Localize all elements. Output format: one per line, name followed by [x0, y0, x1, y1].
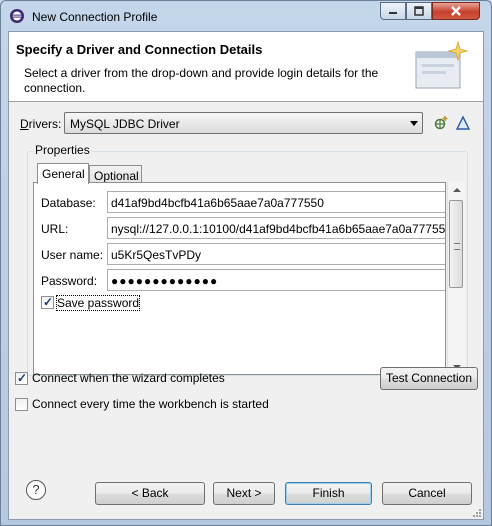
cancel-button[interactable]: Cancel [382, 482, 472, 505]
window-title: New Connection Profile [32, 10, 158, 24]
url-field[interactable]: nysql://127.0.0.1:10100/d41af9bd4bcfb41a… [107, 217, 446, 239]
username-field[interactable]: u5Kr5QesTvPDy [107, 243, 445, 265]
driver-dropdown-value: MySQL JDBC Driver [70, 117, 180, 131]
test-connection-button[interactable]: Test Connection [380, 367, 478, 390]
eclipse-icon [10, 9, 24, 23]
wizard-header: Specify a Driver and Connection Details … [9, 32, 483, 102]
save-password-checkbox[interactable] [41, 295, 54, 309]
connect-every-time-checkbox[interactable] [15, 398, 28, 411]
save-password-label[interactable]: Save password [55, 295, 141, 311]
driver-dropdown[interactable]: MySQL JDBC Driver [64, 112, 423, 134]
password-label: Password: [41, 274, 98, 288]
dialog-client-area: Specify a Driver and Connection Details … [8, 31, 484, 520]
database-field[interactable]: d41af9bd4bcfb41a6b65aae7a0a777550 [107, 191, 445, 213]
drivers-label-text: rivers: [28, 117, 62, 131]
username-label: User name: [41, 248, 104, 262]
chevron-down-icon [410, 121, 418, 126]
resize-grip-icon[interactable] [472, 508, 482, 518]
close-icon [451, 6, 461, 16]
database-value: d41af9bd4bcfb41a6b65aae7a0a777550 [111, 196, 324, 210]
back-button[interactable]: < Back [95, 482, 205, 505]
wizard-banner-icon [415, 40, 469, 89]
close-button[interactable] [432, 2, 480, 20]
help-button[interactable]: ? [26, 480, 46, 500]
dialog-window: New Connection Profile Specify a Driver … [0, 0, 492, 526]
connect-on-complete-checkbox[interactable] [15, 371, 28, 385]
minimize-icon [389, 12, 397, 14]
password-field[interactable]: ●●●●●●●●●●●●● [107, 269, 445, 291]
url-label: URL: [41, 222, 69, 236]
finish-button[interactable]: Finish [285, 482, 372, 505]
maximize-button[interactable] [406, 2, 432, 20]
scroll-up-icon[interactable] [453, 188, 461, 192]
database-label: Database: [41, 196, 96, 210]
edit-driver-icon[interactable] [455, 115, 471, 131]
wizard-description: Select a driver from the drop-down and p… [24, 66, 379, 95]
drivers-label: Drivers: [20, 117, 62, 131]
password-value: ●●●●●●●●●●●●● [111, 274, 219, 288]
username-value: u5Kr5QesTvPDy [111, 248, 202, 262]
tab-optional-label: Optional [94, 169, 139, 183]
minimize-button[interactable] [380, 2, 406, 20]
scrollbar-thumb[interactable] [449, 200, 463, 288]
wizard-title: Specify a Driver and Connection Details [16, 42, 263, 57]
url-value: nysql://127.0.0.1:10100/d41af9bd4bcfb41a… [111, 222, 446, 236]
connect-every-time-label[interactable]: Connect every time the workbench is star… [32, 397, 269, 411]
properties-scrollbar[interactable] [447, 182, 465, 375]
new-driver-icon[interactable] [433, 115, 449, 131]
maximize-icon [414, 6, 424, 16]
tab-general[interactable]: General [37, 163, 89, 184]
connect-on-complete-label[interactable]: Connect when the wizard completes [32, 371, 225, 385]
properties-group-title: Properties [33, 143, 92, 157]
next-button[interactable]: Next > [213, 482, 275, 505]
title-bar[interactable]: New Connection Profile [1, 1, 491, 31]
grip-icon [454, 243, 460, 250]
tab-general-label: General [42, 167, 85, 181]
general-tab-panel: Database: d41af9bd4bcfb41a6b65aae7a0a777… [33, 182, 446, 375]
